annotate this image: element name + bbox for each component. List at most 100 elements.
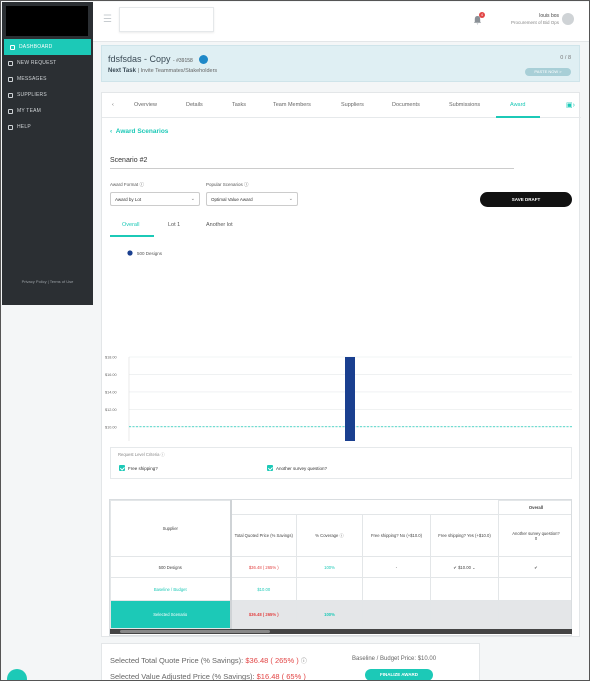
app-window: DASHBOARD NEW REQUEST MESSAGES SUPPLIERS… — [0, 0, 590, 681]
sidebar-item-my-team[interactable]: MY TEAM — [2, 103, 93, 119]
sidebar-item-label: DASHBOARD — [19, 44, 53, 50]
lock-icon[interactable] — [199, 55, 209, 65]
y-tick-label: $14.00 — [105, 390, 117, 394]
top-bar: ☰ 4 louis bos Procurement of Bid Ops — [93, 2, 589, 42]
header-coverage: % Coverage ⓘ — [296, 514, 363, 557]
legend-label: 500 Designs — [137, 251, 163, 256]
avatar[interactable] — [562, 13, 574, 25]
chart-bar — [345, 357, 355, 441]
scenario-name[interactable]: Scenario #2 — [110, 157, 147, 164]
tab-next-arrow-icon[interactable]: ▣› — [566, 101, 575, 109]
next-task: Next Task | Invite Teammates/Stakeholder… — [108, 68, 217, 74]
dashboard-icon — [10, 44, 15, 50]
sidebar-item-label: MY TEAM — [17, 108, 41, 114]
subtab-another-lot[interactable]: Another lot — [206, 222, 233, 228]
tab-details[interactable]: Details — [186, 102, 203, 108]
row-price: $36.48 ( 265% ) — [230, 556, 297, 578]
award-table: Supplier Overall Total Quoted Price (% S… — [109, 499, 572, 636]
row-coverage: 100% — [296, 556, 363, 578]
award-scenarios-title: Award Scenarios — [115, 128, 169, 135]
award-format-label: Award Format ⓘ — [110, 182, 144, 187]
award-scenarios-back-link[interactable]: ‹ Award Scenarios — [110, 128, 168, 135]
row-price: $36.48 ( 265% ) — [230, 600, 297, 629]
sidebar-footer-links[interactable]: Privacy Policy | Terms of Use — [2, 279, 93, 284]
request-level-criteria: Request Level Criteria ⓘ Free shipping? … — [110, 447, 572, 479]
finalize-award-button[interactable]: FINALIZE AWARD — [365, 669, 433, 680]
task-counter: 0 / 8 — [560, 55, 571, 61]
y-tick-label: $16.00 — [105, 373, 117, 377]
row-supplier: Selected Scenario — [110, 600, 232, 629]
paste-now-button[interactable]: PASTE NOW > — [525, 68, 571, 76]
tab-award[interactable]: Award — [510, 102, 526, 108]
sidebar-item-suppliers[interactable]: SUPPLIERS — [2, 87, 93, 103]
table-row: Selected Scenario $36.48 ( 265% ) 100% — [110, 600, 571, 629]
table-horizontal-scrollbar[interactable] — [110, 629, 572, 634]
row-supplier: 500 Designs — [110, 556, 232, 578]
row-price: $10.00 — [230, 577, 297, 601]
criteria-checkbox-another-question[interactable]: Another survey question? — [267, 465, 327, 471]
main-card: ‹ Overview Details Tasks Team Members Su… — [101, 92, 581, 637]
user-name[interactable]: louis bos — [539, 13, 559, 19]
criteria-checkbox-free-shipping[interactable]: Free shipping? — [119, 465, 158, 471]
sidebar-nav: DASHBOARD NEW REQUEST MESSAGES SUPPLIERS… — [2, 39, 93, 135]
project-name: fdsfsdas - Copy — [108, 54, 171, 64]
criteria-title: Request Level Criteria ⓘ — [118, 452, 165, 457]
scenario-underline — [110, 168, 514, 169]
project-header: fdsfsdas - Copy - #39158 Next Task | Inv… — [101, 45, 580, 82]
subtab-overall[interactable]: Overall — [122, 222, 139, 228]
notification-badge: 4 — [479, 12, 485, 18]
award-format-select[interactable]: Award by Lot ⌄ — [110, 192, 200, 206]
chat-icon[interactable] — [7, 669, 27, 680]
table-row[interactable]: 500 Designs $36.48 ( 265% ) 100% - ✔ $10… — [110, 556, 571, 578]
help-icon — [8, 124, 13, 130]
award-summary: Selected Total Quote Price (% Savings): … — [101, 643, 480, 680]
row-coverage: 100% — [296, 600, 363, 629]
hamburger-menu-icon[interactable]: ☰ — [103, 14, 112, 25]
table-row: Baseline / Budget $10.00 — [110, 577, 571, 601]
chevron-down-icon: ⌄ — [190, 196, 195, 202]
y-tick-label: $18.00 — [105, 356, 117, 360]
checkbox-checked-icon — [119, 465, 125, 471]
tab-bar: ‹ Overview Details Tasks Team Members Su… — [102, 93, 581, 118]
tab-tasks[interactable]: Tasks — [232, 102, 246, 108]
sidebar-item-label: SUPPLIERS — [17, 92, 47, 98]
new-request-icon — [8, 60, 13, 66]
tab-prev-arrow-icon[interactable]: ‹ — [112, 102, 114, 108]
tab-documents[interactable]: Documents — [392, 102, 420, 108]
tab-suppliers[interactable]: Suppliers — [341, 102, 364, 108]
legend-marker — [127, 250, 133, 256]
active-tab-indicator — [496, 116, 540, 118]
award-chart: 500 Designs $0.00$2.00$4.00$6.00$8.00$10… — [105, 250, 572, 441]
next-task-label: Next Task — [108, 68, 136, 74]
tab-submissions[interactable]: Submissions — [449, 102, 480, 108]
tab-team-members[interactable]: Team Members — [273, 102, 311, 108]
top-search-box[interactable] — [119, 7, 214, 32]
project-id: - #39158 — [173, 58, 193, 64]
save-draft-button[interactable]: SAVE DRAFT — [480, 192, 572, 207]
next-task-text[interactable]: | Invite Teammates/Stakeholders — [138, 68, 218, 74]
sidebar-item-new-request[interactable]: NEW REQUEST — [2, 55, 93, 71]
sidebar-item-label: NEW REQUEST — [17, 60, 57, 66]
row-supplier: Baseline / Budget — [110, 577, 232, 601]
row-free-shipping-no: - — [362, 556, 431, 578]
subtab-lot-1[interactable]: Lot 1 — [168, 222, 180, 228]
sidebar-item-label: HELP — [17, 124, 31, 130]
header-free-shipping-no: Free shipping? No (+$10.0) — [362, 514, 431, 557]
suppliers-icon — [8, 92, 13, 98]
logo[interactable] — [6, 6, 88, 36]
sidebar-item-messages[interactable]: MESSAGES — [2, 71, 93, 87]
sidebar-item-dashboard[interactable]: DASHBOARD — [4, 39, 91, 55]
sidebar-item-help[interactable]: HELP — [2, 119, 93, 135]
team-icon — [8, 108, 13, 114]
y-tick-label: $10.00 — [105, 425, 117, 429]
header-overall: Overall — [498, 500, 571, 515]
row-free-shipping-yes[interactable]: ✔ $10.00 ⌄ — [430, 556, 499, 578]
selected-total-price: Selected Total Quote Price (% Savings): … — [110, 656, 307, 665]
popular-scenarios-select[interactable]: Optimal Value Award ⌄ — [206, 192, 298, 206]
chevron-down-icon: ⌄ — [288, 196, 293, 202]
scrollbar-thumb[interactable] — [120, 630, 270, 633]
y-tick-label: $12.00 — [105, 408, 117, 412]
tab-overview[interactable]: Overview — [134, 102, 157, 108]
project-title: fdsfsdas - Copy - #39158 — [108, 54, 209, 65]
header-another-question: Another survey question? 0 — [498, 514, 571, 557]
